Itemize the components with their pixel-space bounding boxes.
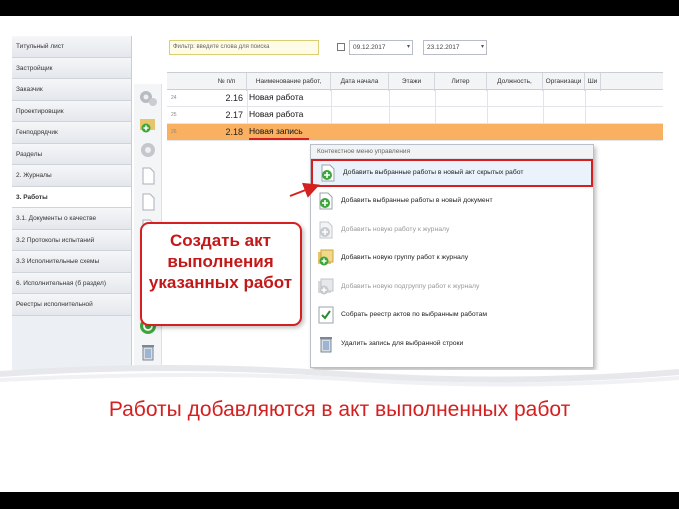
context-menu-title: Контекстное меню управления — [311, 145, 593, 159]
column-header[interactable]: Должность, — [487, 73, 543, 91]
row-index: 25 — [171, 112, 177, 118]
chevron-down-icon[interactable]: ▾ — [407, 41, 410, 54]
sidebar-item-test-protocols[interactable]: 3.2 Протоколы испытаний — [12, 229, 131, 251]
checklist-icon — [317, 306, 335, 324]
sidebar-item-as-built-schemes[interactable]: 3.3 Исполнительные схемы — [12, 251, 131, 273]
trash-icon[interactable] — [138, 342, 158, 362]
date-to-field[interactable]: 23.12.2017 ▾ — [423, 40, 487, 55]
menu-item-collect-acts-register[interactable]: Собрать реестр актов по выбранным работа… — [311, 301, 593, 330]
row-index: 24 — [171, 95, 177, 101]
column-header[interactable]: Дата начала — [331, 73, 389, 91]
column-header[interactable]: Наименование работ, — [247, 73, 331, 91]
search-input[interactable]: Фильтр: введите слова для поиска — [169, 40, 319, 55]
callout-box: Создать акт выполнения указанных работ — [140, 222, 302, 326]
sidebar-item-journals[interactable]: 2. Журналы — [12, 165, 131, 187]
table-header: № п/п Наименование работ, Дата начала Эт… — [167, 72, 663, 91]
bottom-black-bar — [0, 492, 679, 509]
menu-item-add-new-work[interactable]: Добавить новую работу к журналу — [311, 216, 593, 245]
menu-item-add-to-new-document[interactable]: Добавить выбранные работы в новый докуме… — [311, 187, 593, 216]
top-black-bar — [0, 0, 679, 16]
menu-item-label: Добавить выбранные работы в новый докуме… — [341, 197, 493, 204]
menu-item-label: Добавить новую группу работ к журналу — [341, 254, 469, 261]
table-row[interactable]: 24 2.16 Новая работа — [167, 90, 663, 107]
sidebar-item-works[interactable]: 3. Работы — [12, 186, 131, 208]
sidebar-item-quality-docs[interactable]: 3.1. Документы о качестве — [12, 208, 131, 230]
column-header[interactable]: Этажи — [389, 73, 435, 91]
date-from-field[interactable]: 09.12.2017 ▾ — [349, 40, 413, 55]
document-icon[interactable] — [138, 192, 158, 212]
decorative-wave — [0, 365, 679, 387]
column-header[interactable]: Ши — [585, 73, 601, 91]
gears-icon[interactable] — [138, 88, 158, 108]
menu-item-label: Добавить новую подгруппу работ к журналу — [341, 282, 480, 290]
row-name: Новая работа — [249, 109, 304, 119]
sidebar-item-registers[interactable]: Реестры исполнительной — [12, 294, 131, 316]
row-name: Новая работа — [249, 92, 304, 102]
menu-item-add-new-group[interactable]: Добавить новую группу работ к журналу — [311, 244, 593, 273]
sidebar-item-designer[interactable]: Проектировщик — [12, 100, 131, 122]
menu-item-add-to-hidden-works-act[interactable]: Добавить выбранные работы в новый акт ск… — [311, 159, 593, 187]
row-number: 2.17 — [225, 110, 243, 120]
app-screenshot: Титульный лист Застройщик Заказчик Проек… — [12, 36, 663, 370]
sidebar-item-customer[interactable]: Заказчик — [12, 79, 131, 101]
filter-bar: Фильтр: введите слова для поиска 09.12.2… — [167, 40, 663, 58]
red-underline — [249, 138, 309, 140]
folder-add-icon[interactable] — [138, 114, 158, 134]
add-subgroup-icon — [317, 278, 335, 296]
menu-item-add-new-subgroup[interactable]: Добавить новую подгруппу работ к журналу — [311, 273, 593, 302]
document-icon[interactable] — [138, 166, 158, 186]
sidebar-item-as-built-section[interactable]: 6. Исполнительная (б раздел) — [12, 272, 131, 294]
trash-icon — [317, 335, 335, 353]
sidebar: Титульный лист Застройщик Заказчик Проек… — [12, 36, 132, 370]
menu-item-label: Добавить новую работу к журналу — [341, 225, 450, 233]
table-row[interactable]: 25 2.17 Новая работа — [167, 107, 663, 124]
add-group-icon — [317, 249, 335, 267]
sidebar-item-title-page[interactable]: Титульный лист — [12, 36, 131, 58]
column-header[interactable]: № п/п — [207, 73, 247, 91]
sidebar-item-developer[interactable]: Застройщик — [12, 57, 131, 79]
chevron-down-icon[interactable]: ▾ — [481, 41, 484, 54]
slide-caption: Работы добавляются в акт выполненных раб… — [108, 398, 571, 421]
row-name: Новая запись — [249, 126, 303, 136]
add-green-icon — [319, 164, 337, 182]
date-filter-checkbox[interactable] — [337, 43, 345, 51]
row-number: 2.18 — [225, 127, 243, 137]
table-row-selected[interactable]: 26 2.18 Новая запись — [167, 124, 663, 141]
callout-text: Создать акт выполнения указанных работ — [148, 231, 293, 292]
context-menu: Контекстное меню управления Добавить выб… — [310, 144, 594, 368]
row-number: 2.16 — [225, 93, 243, 103]
menu-item-label: Добавить выбранные работы в новый акт ск… — [343, 169, 524, 176]
add-gray-icon — [317, 192, 335, 210]
date-from-value: 09.12.2017 — [353, 44, 386, 51]
column-header[interactable]: Литер — [435, 73, 487, 91]
menu-item-delete-record[interactable]: Удалить запись для выбранной строки — [311, 330, 593, 359]
row-index: 26 — [171, 129, 177, 135]
column-header[interactable]: Организаци — [543, 73, 585, 91]
gear-gray-icon[interactable] — [138, 140, 158, 160]
add-gray-icon — [317, 221, 335, 239]
menu-item-label: Удалить запись для выбранной строки — [341, 339, 464, 347]
sidebar-item-contractor[interactable]: Генподрядчик — [12, 122, 131, 144]
menu-item-label: Собрать реестр актов по выбранным работа… — [341, 311, 488, 318]
sidebar-item-sections[interactable]: Разделы — [12, 143, 131, 165]
date-to-value: 23.12.2017 — [427, 44, 460, 51]
